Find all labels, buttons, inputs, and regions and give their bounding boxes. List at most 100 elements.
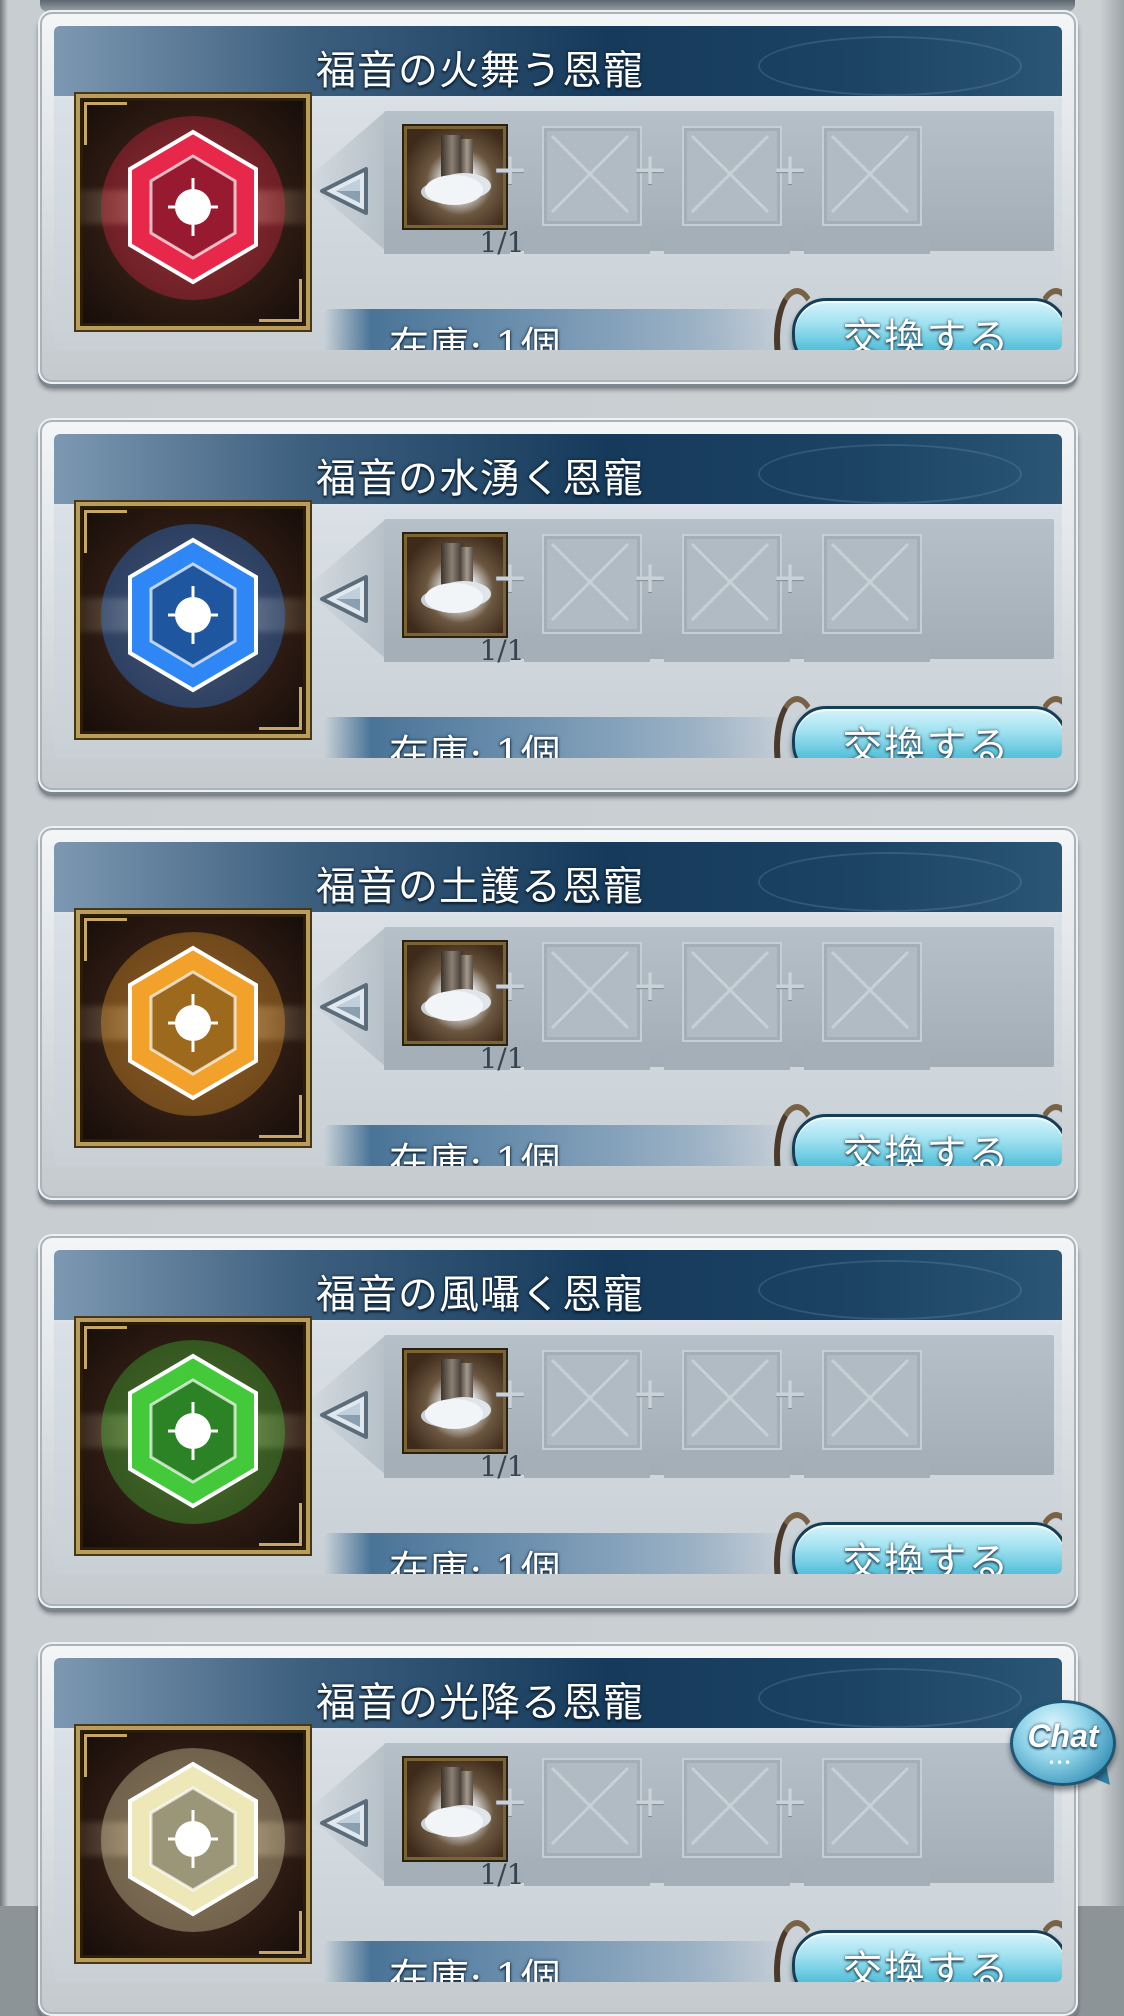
item-title: 福音の土護る恩寵 — [316, 864, 644, 910]
material-count: 1/1 — [479, 1042, 525, 1075]
material-cloud — [425, 991, 483, 1021]
plus-icon: + — [771, 552, 809, 603]
empty-material-slot — [822, 942, 922, 1042]
material-count: 1/1 — [479, 226, 525, 259]
material-slot-base — [664, 634, 790, 662]
exchange-button[interactable]: 交換する — [774, 696, 1062, 758]
frame-corner-ornament — [259, 1911, 302, 1954]
plus-icon: + — [631, 552, 669, 603]
exchange-button-label: 交換する — [842, 1948, 1011, 1982]
stock-count: 在庫: 1個 — [389, 1140, 561, 1166]
plus-icon: + — [631, 1776, 669, 1827]
exchange-item-card: 福音の風囁く恩寵 1/1 + + + 在庫: 1個 交換する — [38, 1234, 1078, 1608]
empty-slot-cross-icon — [690, 950, 770, 1030]
stock-count: 在庫: 1個 — [389, 1956, 561, 1982]
empty-material-slot — [822, 1350, 922, 1450]
card-panel: 福音の水湧く恩寵 1/1 + + + 在庫: 1個 交換する — [54, 434, 1062, 758]
empty-slot-cross-icon — [830, 1766, 910, 1846]
chat-button[interactable]: Chat ••• — [1010, 1700, 1120, 1793]
material-arrow-icon — [320, 1799, 368, 1847]
chat-label: Chat — [1027, 1718, 1099, 1754]
empty-material-slot — [822, 534, 922, 634]
exchange-button[interactable]: 交換する — [774, 1512, 1062, 1574]
material-count: 1/1 — [479, 1858, 525, 1891]
empty-slot-cross-icon — [830, 950, 910, 1030]
plus-icon: + — [631, 1368, 669, 1419]
exchange-button-label: 交換する — [842, 1540, 1011, 1574]
exchange-button-label: 交換する — [842, 724, 1011, 758]
material-count: 1/1 — [479, 634, 525, 667]
empty-material-slot — [682, 126, 782, 226]
plus-icon: + — [491, 144, 529, 195]
empty-slot-cross-icon — [550, 1358, 630, 1438]
empty-slot-cross-icon — [830, 134, 910, 214]
exchange-item-card: 福音の土護る恩寵 1/1 + + + 在庫: 1個 交換する — [38, 826, 1078, 1200]
plus-icon: + — [771, 144, 809, 195]
frame-corner-ornament — [259, 687, 302, 730]
empty-material-slot — [682, 534, 782, 634]
plus-icon: + — [771, 960, 809, 1011]
exchange-item-card: 福音の火舞う恩寵 1/1 + + + 在庫: 1個 交換する — [38, 10, 1078, 384]
item-title: 福音の火舞う恩寵 — [316, 48, 644, 94]
material-arrow-icon — [320, 167, 368, 215]
plus-icon: + — [491, 1776, 529, 1827]
empty-slot-cross-icon — [830, 542, 910, 622]
material-cloud — [425, 175, 483, 205]
material-slot-base — [804, 226, 930, 254]
plus-icon: + — [771, 1776, 809, 1827]
frame-corner-ornament — [84, 1734, 127, 1777]
stock-count: 在庫: 1個 — [389, 1548, 561, 1574]
plus-icon: + — [491, 960, 529, 1011]
item-gem-icon[interactable] — [76, 910, 310, 1146]
card-panel: 福音の火舞う恩寵 1/1 + + + 在庫: 1個 交換する — [54, 26, 1062, 350]
exchange-button-label: 交換する — [842, 1132, 1011, 1166]
material-cloud — [425, 1399, 483, 1429]
material-cloud — [425, 583, 483, 613]
frame-corner-ornament — [84, 102, 127, 145]
exchange-button[interactable]: 交換する — [774, 1920, 1062, 1982]
empty-material-slot — [542, 534, 642, 634]
empty-material-slot — [682, 1758, 782, 1858]
card-panel: 福音の土護る恩寵 1/1 + + + 在庫: 1個 交換する — [54, 842, 1062, 1166]
plus-icon: + — [491, 1368, 529, 1419]
frame-corner-ornament — [84, 510, 127, 553]
empty-material-slot — [542, 1758, 642, 1858]
plus-icon: + — [631, 960, 669, 1011]
stock-count: 在庫: 1個 — [389, 324, 561, 350]
exchange-button[interactable]: 交換する — [774, 1104, 1062, 1166]
item-title: 福音の水湧く恩寵 — [316, 456, 644, 502]
empty-material-slot — [822, 126, 922, 226]
material-slot-base — [664, 1042, 790, 1070]
item-gem-icon[interactable] — [76, 1318, 310, 1554]
item-title: 福音の光降る恩寵 — [316, 1680, 644, 1726]
empty-slot-cross-icon — [550, 950, 630, 1030]
frame-corner-ornament — [84, 918, 127, 961]
empty-material-slot — [542, 126, 642, 226]
exchange-button[interactable]: 交換する — [774, 288, 1062, 350]
empty-material-slot — [822, 1758, 922, 1858]
exchange-item-card: 福音の光降る恩寵 1/1 + + + 在庫: 1個 交換する — [38, 1642, 1078, 2016]
empty-material-slot — [682, 942, 782, 1042]
item-gem-icon[interactable] — [76, 94, 310, 330]
material-slot-base — [664, 1450, 790, 1478]
material-count: 1/1 — [479, 1450, 525, 1483]
material-slot-base — [804, 1450, 930, 1478]
empty-slot-cross-icon — [690, 1358, 770, 1438]
empty-material-slot — [682, 1350, 782, 1450]
card-panel: 福音の風囁く恩寵 1/1 + + + 在庫: 1個 交換する — [54, 1250, 1062, 1574]
item-gem-icon[interactable] — [76, 1726, 310, 1962]
plus-icon: + — [491, 552, 529, 603]
empty-slot-cross-icon — [830, 1358, 910, 1438]
material-arrow-icon — [320, 983, 368, 1031]
empty-material-slot — [542, 1350, 642, 1450]
empty-material-slot — [542, 942, 642, 1042]
item-gem-icon[interactable] — [76, 502, 310, 738]
exchange-button-label: 交換する — [842, 316, 1011, 350]
plus-icon: + — [771, 1368, 809, 1419]
material-slot-base — [804, 634, 930, 662]
frame-corner-ornament — [84, 1326, 127, 1369]
material-cloud — [425, 1807, 483, 1837]
stock-count: 在庫: 1個 — [389, 732, 561, 758]
material-arrow-icon — [320, 575, 368, 623]
frame-corner-ornament — [259, 279, 302, 322]
